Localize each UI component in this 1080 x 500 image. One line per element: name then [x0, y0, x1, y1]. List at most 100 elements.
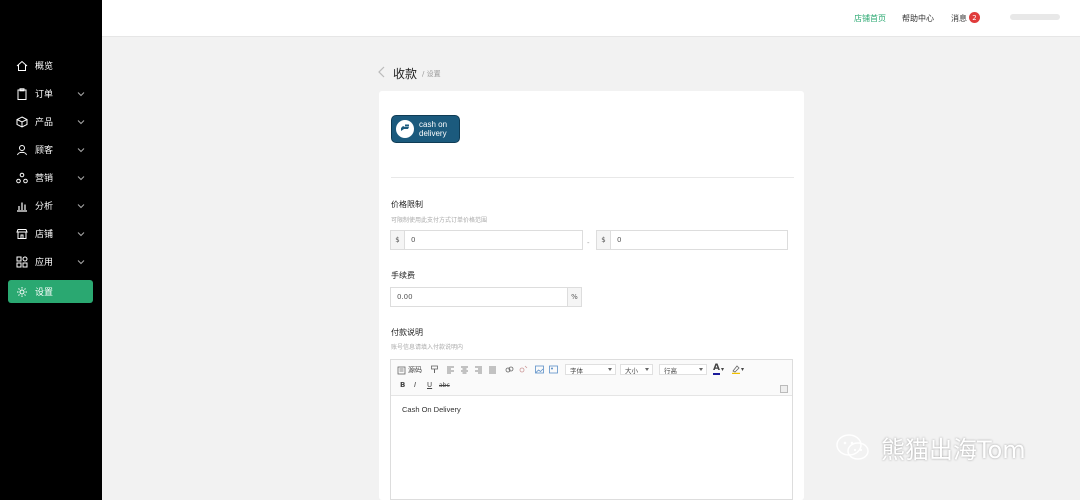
triangle-icon: [15, 171, 29, 185]
sidebar-item-label: 分析: [35, 202, 54, 212]
font-color-button[interactable]: A ▾: [713, 364, 724, 375]
image-icon[interactable]: [535, 365, 544, 374]
unlink-icon[interactable]: [519, 365, 528, 374]
messages-count-badge: 2: [969, 12, 980, 23]
fee-value: 0.00: [397, 293, 413, 301]
sidebar-item-overview[interactable]: 概览: [8, 54, 93, 77]
sidebar-item-label: 顾客: [35, 146, 54, 156]
wechat-icon: [836, 433, 869, 460]
apps-icon: [15, 255, 29, 269]
max-price-input[interactable]: $ 0: [596, 230, 788, 250]
sidebar-item-marketing[interactable]: 营销: [8, 166, 93, 189]
messages-link[interactable]: 消息: [951, 13, 967, 24]
chevron-down-icon: [77, 203, 87, 209]
italic-button[interactable]: I: [414, 381, 416, 389]
font-color-icon: A: [713, 363, 720, 375]
align-center-icon[interactable]: [460, 365, 469, 374]
gear-icon: [15, 285, 29, 299]
font-family-select[interactable]: 字体: [565, 364, 616, 375]
chevron-down-icon: [77, 231, 87, 237]
font-select-value: 字体: [570, 366, 583, 375]
chevron-down-icon: [77, 119, 87, 125]
multi-image-icon[interactable]: [549, 365, 558, 374]
sidebar-item-analytics[interactable]: 分析: [8, 194, 93, 217]
sidebar-item-store[interactable]: 店铺: [8, 222, 93, 245]
sidebar-item-apps[interactable]: 应用: [8, 250, 93, 273]
logo-text: cash on delivery: [419, 120, 447, 138]
bold-button[interactable]: B: [400, 381, 405, 389]
font-size-select[interactable]: 大小: [620, 364, 653, 375]
sidebar-item-products[interactable]: 产品: [8, 110, 93, 133]
dropdown-arrow-icon: [608, 368, 612, 371]
rich-text-editor[interactable]: 源码 字体 大小 行高 A ▾ ▾ B I U abc Cash On Deli…: [390, 359, 793, 500]
page-title: 收款: [393, 67, 418, 81]
dropdown-arrow-icon: [699, 368, 703, 371]
line-height-select-value: 行高: [664, 366, 677, 375]
highlighter-icon: [732, 365, 740, 374]
sidebar-item-label: 订单: [35, 90, 54, 100]
price-limit-title: 价格限制: [391, 200, 423, 209]
back-arrow-icon[interactable]: [377, 66, 387, 78]
user-account-menu[interactable]: [1010, 14, 1060, 20]
currency-prefix: $: [597, 231, 611, 249]
sidebar-item-customers[interactable]: 顾客: [8, 138, 93, 161]
percent-suffix: %: [567, 288, 581, 306]
align-right-icon[interactable]: [474, 365, 483, 374]
store-home-link[interactable]: 店铺首页: [854, 13, 886, 24]
fee-title: 手续费: [391, 271, 415, 280]
align-justify-icon[interactable]: [488, 365, 497, 374]
breadcrumb[interactable]: / 设置: [422, 69, 441, 79]
strikethrough-button[interactable]: abc: [439, 382, 450, 389]
chevron-down-icon: [77, 147, 87, 153]
watermark-text: 熊猫出海Tom: [881, 436, 1026, 464]
chevron-down-icon: [77, 91, 87, 97]
fullscreen-icon[interactable]: [780, 385, 788, 393]
format-paint-icon[interactable]: [430, 365, 439, 374]
topbar: 店铺首页 帮助中心 消息 2: [102, 0, 1080, 37]
sidebar-item-orders[interactable]: 订单: [8, 82, 93, 105]
store-icon: [15, 227, 29, 241]
fee-input[interactable]: 0.00 %: [390, 287, 582, 307]
price-limit-hint: 可限制使用此支付方式订单价格范围: [391, 217, 488, 224]
user-icon: [15, 143, 29, 157]
sidebar-item-settings[interactable]: 设置: [8, 280, 93, 303]
cash-on-delivery-logo: cash on delivery: [391, 115, 460, 143]
highlight-color-button[interactable]: ▾: [731, 364, 744, 374]
payment-settings-card: cash on delivery 价格限制 可限制使用此支付方式订单价格范围 $…: [379, 91, 804, 500]
max-price-value: 0: [617, 236, 622, 244]
currency-prefix: $: [391, 231, 405, 249]
payment-desc-hint: 账号信息请填入付款说明内: [391, 344, 464, 351]
sidebar-item-label: 产品: [35, 118, 54, 128]
hand-cash-icon: [396, 120, 414, 138]
sidebar: 概览 订单 产品 顾客 营销 分析 店铺 应用 设置: [0, 0, 102, 500]
home-icon: [15, 59, 29, 73]
editor-toolbar: 源码 字体 大小 行高 A ▾ ▾ B I U abc: [391, 360, 792, 396]
chevron-down-icon: [77, 259, 87, 265]
watermark: 熊猫出海Tom: [835, 430, 1026, 465]
chevron-down-icon: [77, 175, 87, 181]
source-icon: [397, 366, 406, 374]
sidebar-item-label: 概览: [35, 62, 54, 72]
range-separator: -: [587, 239, 590, 247]
link-icon[interactable]: [505, 365, 514, 374]
divider: [391, 177, 794, 178]
logo-text-line1: cash on: [419, 120, 448, 129]
sidebar-item-label: 营销: [35, 174, 54, 184]
bar-chart-icon: [15, 199, 29, 213]
align-left-icon[interactable]: [446, 365, 455, 374]
sidebar-item-label: 店铺: [35, 230, 54, 240]
line-height-select[interactable]: 行高: [659, 364, 707, 375]
payment-desc-title: 付款说明: [391, 328, 423, 337]
size-select-value: 大小: [625, 366, 638, 375]
sidebar-item-label: 应用: [35, 258, 54, 268]
clipboard-icon: [15, 87, 29, 101]
min-price-input[interactable]: $ 0: [390, 230, 583, 250]
help-center-link[interactable]: 帮助中心: [902, 13, 934, 24]
logo-text-line2: delivery: [419, 129, 447, 138]
box-icon: [15, 115, 29, 129]
underline-button[interactable]: U: [427, 381, 432, 389]
editor-content[interactable]: Cash On Delivery: [402, 405, 461, 414]
source-code-button[interactable]: 源码: [397, 365, 422, 375]
sidebar-item-label: 设置: [35, 288, 54, 298]
min-price-value: 0: [411, 236, 416, 244]
